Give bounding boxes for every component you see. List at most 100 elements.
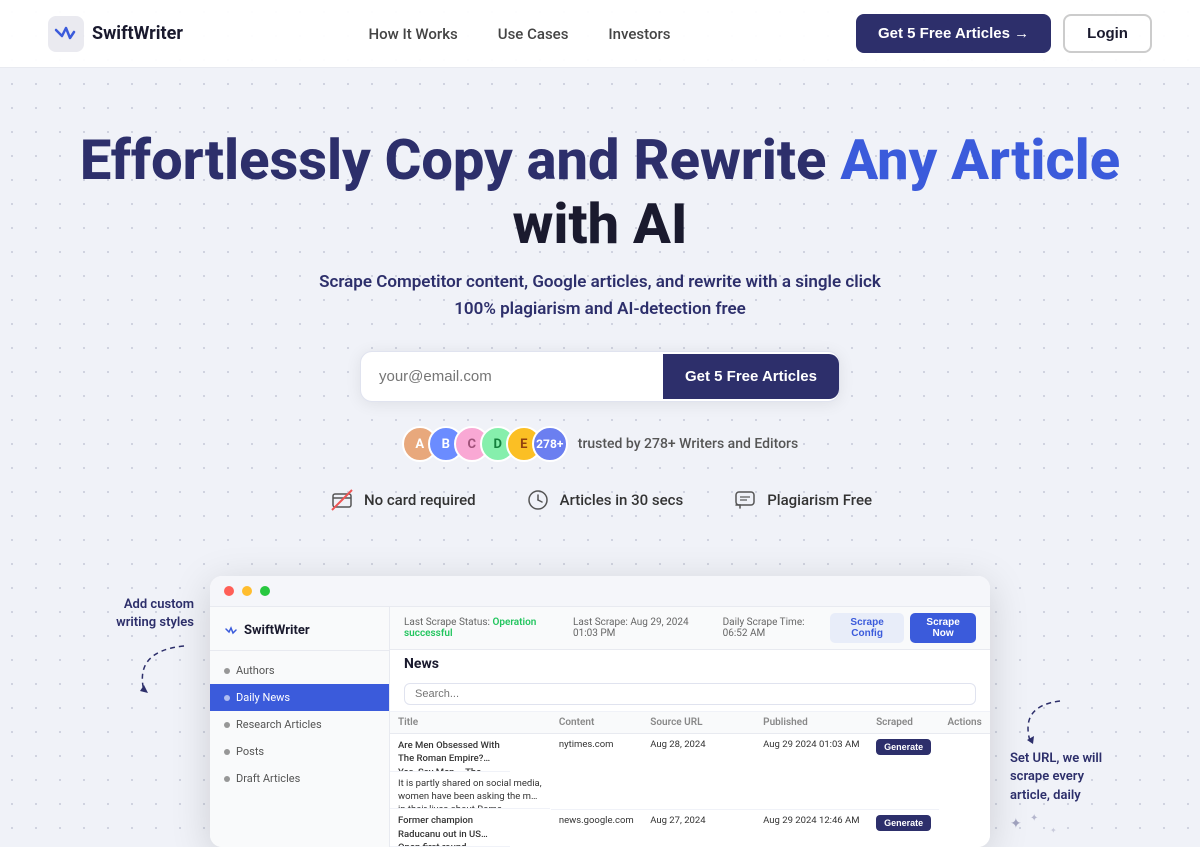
browser-close-dot <box>224 586 234 596</box>
app-main-content: Last Scrape Status: Operation successful… <box>390 607 990 847</box>
browser-bar <box>210 576 990 607</box>
annotation-left-text: Add customwriting styles <box>116 596 194 632</box>
articles-table: Title Content Source URL Published Scrap… <box>390 712 990 847</box>
cell-scraped-0: Aug 29 2024 01:03 AM <box>755 734 868 810</box>
sidebar-item-posts[interactable]: Posts <box>210 738 389 765</box>
login-button[interactable]: Login <box>1063 14 1152 53</box>
cell-published-0: Aug 28, 2024 <box>642 734 755 810</box>
hero-sub-line2: 100% plagiarism and AI-detection free <box>454 299 746 319</box>
sidebar-item-research[interactable]: Research Articles <box>210 711 389 738</box>
sidebar-item-drafts[interactable]: Draft Articles <box>210 765 389 792</box>
cell-action-1[interactable]: Generate <box>868 809 939 847</box>
decoration-stars: ✦ ✦ ✦ <box>1010 813 1070 843</box>
feature-speed-label: Articles in 30 secs <box>560 491 684 509</box>
annotation-right: Set URL, we willscrape everyarticle, dai… <box>990 576 1150 843</box>
features-row: No card required Articles in 30 secs <box>20 486 1180 514</box>
col-title: Title <box>390 712 551 734</box>
app-demo-window: SwiftWriter Authors Daily News Research … <box>210 576 990 847</box>
email-signup-form: Get 5 Free Articles <box>360 351 840 402</box>
sidebar-dot-research <box>224 722 230 728</box>
clock-icon <box>524 486 552 514</box>
app-header-bar: Last Scrape Status: Operation successful… <box>390 607 990 650</box>
sidebar-label-daily: Daily News <box>236 691 290 704</box>
annotation-left: Add customwriting styles <box>50 576 210 700</box>
sidebar-brand: SwiftWriter <box>244 623 310 638</box>
sidebar-dot-authors <box>224 668 230 674</box>
cell-title-1: Former champion Raducanu out in US Open … <box>390 809 510 847</box>
annotation-right-text: Set URL, we willscrape everyarticle, dai… <box>1010 750 1102 805</box>
sidebar-dot-daily <box>224 695 230 701</box>
app-search-input[interactable] <box>404 683 976 705</box>
feature-plagiarism: Plagiarism Free <box>731 486 872 514</box>
scrape-config-button[interactable]: Scrape Config <box>830 613 904 643</box>
logo-text: SwiftWriter <box>92 23 183 44</box>
daily-scrape-time: Daily Scrape Time: 06:52 AM <box>723 617 830 639</box>
cell-action-0[interactable]: Generate <box>868 734 939 810</box>
nav-use-cases[interactable]: Use Cases <box>498 25 569 43</box>
col-scraped: Scraped <box>868 712 939 734</box>
hero-word-copy: Copy and Rewrite <box>385 127 841 193</box>
logo: SwiftWriter <box>48 16 183 52</box>
hero-word-effortlessly: Effortlessly <box>80 127 385 193</box>
col-actions: Actions <box>939 712 990 734</box>
hero-word-any: Any Article <box>840 127 1120 193</box>
svg-text:✦: ✦ <box>1030 813 1038 824</box>
nav-investors[interactable]: Investors <box>608 25 670 43</box>
generate-button-0[interactable]: Generate <box>876 739 931 755</box>
sidebar-label-drafts: Draft Articles <box>236 772 300 785</box>
svg-text:✦: ✦ <box>1050 826 1057 835</box>
generate-button-1[interactable]: Generate <box>876 815 931 831</box>
app-sidebar: SwiftWriter Authors Daily News Research … <box>210 607 390 847</box>
feature-no-card: No card required <box>328 486 476 514</box>
avatar-count: 278+ <box>532 426 568 462</box>
annotation-left-arrow <box>114 641 194 701</box>
header: SwiftWriter How It Works Use Cases Inves… <box>0 0 1200 68</box>
app-sidebar-logo: SwiftWriter <box>210 615 389 651</box>
hero-subtitle: Scrape Competitor content, Google articl… <box>20 269 1180 323</box>
articles-table-container: Title Content Source URL Published Scrap… <box>390 712 990 847</box>
table-row: Are Men Obsessed With The Roman Empire? … <box>390 734 990 810</box>
email-input[interactable] <box>361 352 663 401</box>
main-nav: How It Works Use Cases Investors <box>368 25 670 43</box>
sidebar-dot-drafts <box>224 776 230 782</box>
feature-plagiarism-label: Plagiarism Free <box>767 491 872 509</box>
app-section-title: News <box>390 650 990 676</box>
scrape-buttons: Scrape Config Scrape Now <box>830 613 976 643</box>
header-cta-button[interactable]: Get 5 Free Articles → <box>856 14 1051 53</box>
scrape-now-button[interactable]: Scrape Now <box>910 613 976 643</box>
browser-maximize-dot <box>260 586 270 596</box>
last-scrape-time: Last Scrape: Aug 29, 2024 01:03 PM <box>573 617 709 639</box>
col-content: Content <box>551 712 642 734</box>
cell-source-0: nytimes.com <box>551 734 642 810</box>
signup-button[interactable]: Get 5 Free Articles <box>663 354 839 399</box>
col-published: Published <box>755 712 868 734</box>
svg-text:✦: ✦ <box>1010 816 1022 832</box>
feature-articles-speed: Articles in 30 secs <box>524 486 684 514</box>
last-scrape-status-label: Last Scrape Status: Operation successful <box>404 617 559 639</box>
no-card-icon <box>328 486 356 514</box>
social-proof: A B C D E 278+ trusted by 278+ Writers a… <box>20 426 1180 462</box>
chat-icon <box>731 486 759 514</box>
cell-scraped-1: Aug 29 2024 12:46 AM <box>755 809 868 847</box>
hero-section: Effortlessly Copy and Rewrite Any Articl… <box>0 68 1200 576</box>
hero-sub-line1: Scrape Competitor content, Google articl… <box>319 272 881 292</box>
annotation-right-arrow <box>1010 696 1070 746</box>
avatars-group: A B C D E 278+ <box>402 426 568 462</box>
sidebar-item-authors[interactable]: Authors <box>210 657 389 684</box>
table-row: Former champion Raducanu out in US Open … <box>390 809 990 847</box>
search-bar-area <box>390 676 990 712</box>
screenshot-section: Add customwriting styles SwiftWriter <box>0 576 1200 847</box>
cell-title-0: Are Men Obsessed With The Roman Empire? … <box>390 734 510 772</box>
sidebar-label-posts: Posts <box>236 745 264 758</box>
cell-published-1: Aug 27, 2024 <box>642 809 755 847</box>
sidebar-item-daily-news[interactable]: Daily News <box>210 684 389 711</box>
app-content: SwiftWriter Authors Daily News Research … <box>210 607 990 847</box>
nav-how-it-works[interactable]: How It Works <box>368 25 457 43</box>
status-value: Operation successful <box>404 617 536 639</box>
hero-headline: Effortlessly Copy and Rewrite Any Articl… <box>20 128 1180 257</box>
app-status: Last Scrape Status: Operation successful… <box>404 617 830 639</box>
col-source: Source URL <box>642 712 755 734</box>
cell-source-1: news.google.com <box>551 809 642 847</box>
logo-icon <box>48 16 84 52</box>
sidebar-label-authors: Authors <box>236 664 275 677</box>
